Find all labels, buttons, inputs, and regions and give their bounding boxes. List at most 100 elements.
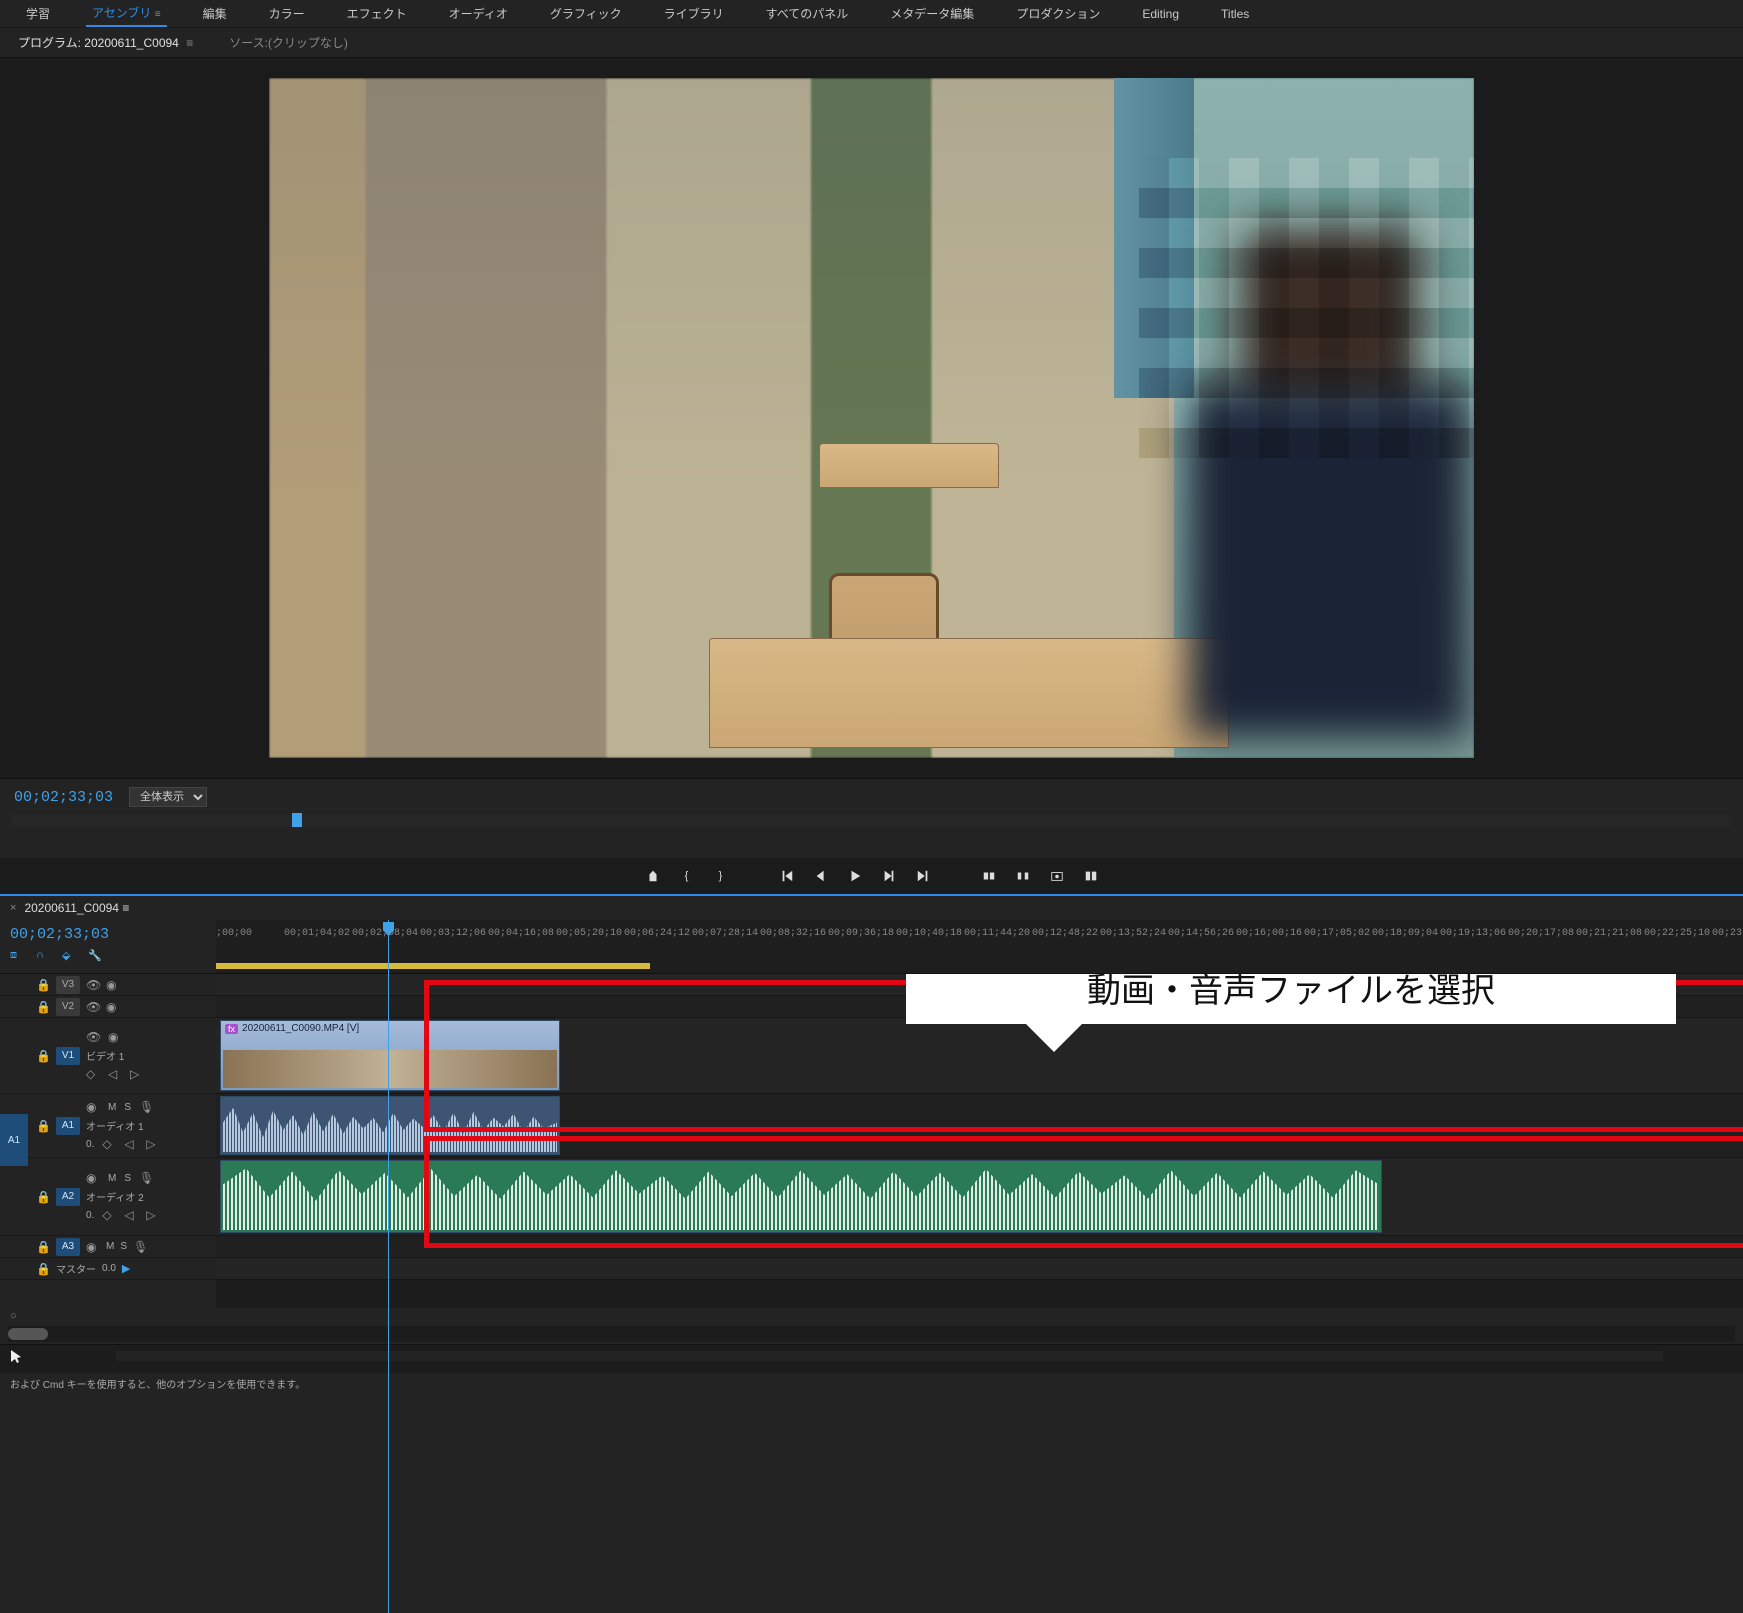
track-header-v2[interactable]: 🔒 V2 👁 ◉ bbox=[0, 996, 216, 1018]
workspace-tab-library[interactable]: ライブラリ bbox=[658, 1, 730, 26]
lane-master[interactable] bbox=[216, 1258, 1743, 1280]
step-forward-button[interactable] bbox=[878, 866, 900, 886]
go-to-out-button[interactable] bbox=[912, 866, 934, 886]
workspace-tab-graphics[interactable]: グラフィック bbox=[544, 1, 628, 26]
lock-icon[interactable]: 🔒 bbox=[36, 1000, 50, 1014]
workspace-tab-editing[interactable]: Editing bbox=[1136, 3, 1185, 25]
add-marker-button[interactable] bbox=[642, 866, 664, 886]
keyframe-icon[interactable]: ◇ bbox=[102, 1137, 116, 1151]
workspace-tab-audio[interactable]: オーディオ bbox=[443, 1, 514, 26]
sync-lock-icon[interactable]: ◉ bbox=[86, 1100, 100, 1114]
workspace-tab-metadata[interactable]: メタデータ編集 bbox=[884, 1, 980, 26]
lock-icon[interactable]: 🔒 bbox=[36, 1119, 50, 1133]
video-clip[interactable]: fx20200611_C0090.MP4 [V] bbox=[220, 1020, 560, 1091]
horizontal-scrollbar[interactable] bbox=[116, 1351, 1663, 1361]
program-video-area[interactable] bbox=[0, 58, 1743, 778]
track-target-a2[interactable]: A2 bbox=[56, 1188, 80, 1206]
lift-button[interactable] bbox=[978, 866, 1000, 886]
timeline-playhead[interactable] bbox=[388, 920, 389, 1613]
eye-icon[interactable]: 👁 bbox=[86, 978, 100, 992]
sequence-tab[interactable]: 20200611_C0094 ≡ bbox=[24, 901, 129, 915]
sync-lock-icon[interactable]: ◉ bbox=[106, 978, 120, 992]
track-target-v3[interactable]: V3 bbox=[56, 976, 80, 994]
timeline-timecode[interactable]: 00;02;33;03 bbox=[10, 926, 206, 943]
lock-icon[interactable]: 🔒 bbox=[36, 1240, 50, 1254]
lock-icon[interactable]: 🔒 bbox=[36, 1262, 50, 1276]
go-to-in-button[interactable] bbox=[776, 866, 798, 886]
track-target-a3[interactable]: A3 bbox=[56, 1238, 80, 1256]
mute-button[interactable]: M bbox=[106, 1241, 114, 1252]
sync-lock-icon[interactable]: ◉ bbox=[86, 1171, 100, 1185]
workspace-tab-titles[interactable]: Titles bbox=[1215, 3, 1255, 25]
track-lanes[interactable]: fx20200611_C0090.MP4 [V] 動画・音声ファイルを選択 bbox=[216, 974, 1743, 1308]
marker-icon[interactable]: ⬙ bbox=[62, 949, 78, 965]
track-target-v1[interactable]: V1 bbox=[56, 1047, 80, 1065]
track-header-master[interactable]: 🔒 マスター 0.0 ▶ bbox=[0, 1258, 216, 1280]
mute-button[interactable]: M bbox=[108, 1102, 116, 1113]
program-timecode[interactable]: 00;02;33;03 bbox=[14, 789, 113, 806]
voice-over-icon[interactable]: 🎙 bbox=[139, 1100, 153, 1114]
play-button[interactable] bbox=[844, 866, 866, 886]
snap-icon[interactable]: ⧈ bbox=[10, 949, 26, 965]
menu-icon[interactable]: ≡ bbox=[155, 9, 161, 20]
work-area-bar[interactable] bbox=[216, 963, 650, 969]
eye-icon[interactable]: 👁 bbox=[86, 1000, 100, 1014]
workspace-tab-production[interactable]: プロダクション bbox=[1010, 1, 1106, 26]
prev-kf-icon[interactable]: ◁ bbox=[124, 1137, 138, 1151]
extract-button[interactable] bbox=[1012, 866, 1034, 886]
workspace-tab-assembly[interactable]: アセンブリ ≡ bbox=[86, 0, 167, 27]
voice-over-icon[interactable]: 🎙 bbox=[139, 1171, 153, 1185]
selection-tool-icon[interactable] bbox=[8, 1349, 28, 1369]
solo-button[interactable]: S bbox=[124, 1102, 131, 1113]
solo-button[interactable]: S bbox=[124, 1173, 131, 1184]
keyframe-icon[interactable]: ◇ bbox=[86, 1067, 100, 1081]
solo-button[interactable]: S bbox=[120, 1241, 127, 1252]
settings-icon[interactable]: 🔧 bbox=[88, 949, 104, 965]
mute-button[interactable]: M bbox=[108, 1173, 116, 1184]
audio-clip-a1[interactable] bbox=[220, 1096, 560, 1155]
lane-a3[interactable] bbox=[216, 1236, 1743, 1258]
track-header-a2[interactable]: 🔒 A2 ◉MS🎙 オーディオ 2 0.◇◁▷ bbox=[0, 1158, 216, 1236]
step-back-button[interactable] bbox=[810, 866, 832, 886]
track-target-a1[interactable]: A1 bbox=[56, 1117, 80, 1135]
sync-lock-icon[interactable]: ◉ bbox=[86, 1240, 100, 1254]
sync-lock-icon[interactable]: ◉ bbox=[106, 1000, 120, 1014]
workspace-tab-effects[interactable]: エフェクト bbox=[341, 1, 413, 26]
prev-kf-icon[interactable]: ◁ bbox=[108, 1067, 122, 1081]
voice-over-icon[interactable]: 🎙 bbox=[133, 1240, 147, 1254]
comparison-view-button[interactable] bbox=[1080, 866, 1102, 886]
sync-lock-icon[interactable]: ◉ bbox=[108, 1030, 122, 1044]
track-header-v3[interactable]: 🔒 V3 👁 ◉ bbox=[0, 974, 216, 996]
next-kf-icon[interactable]: ▷ bbox=[146, 1208, 160, 1222]
workspace-tab-allpanels[interactable]: すべてのパネル bbox=[760, 1, 855, 26]
source-patch-a1-outer[interactable]: A1 bbox=[0, 1114, 28, 1166]
zoom-fit-select[interactable]: 全体表示 bbox=[129, 787, 207, 807]
prev-kf-icon[interactable]: ◁ bbox=[124, 1208, 138, 1222]
next-kf-icon[interactable]: ▷ bbox=[130, 1067, 144, 1081]
track-header-a3[interactable]: 🔒 A3 ◉ M S 🎙 bbox=[0, 1236, 216, 1258]
linked-selection-icon[interactable]: ∩ bbox=[36, 949, 52, 965]
export-frame-button[interactable] bbox=[1046, 866, 1068, 886]
panel-menu-icon[interactable]: ≡ bbox=[186, 36, 193, 50]
workspace-tab-color[interactable]: カラー bbox=[263, 1, 311, 26]
track-header-v1[interactable]: 🔒 V1 👁◉ ビデオ 1 ◇◁▷ bbox=[0, 1018, 216, 1094]
lock-icon[interactable]: 🔒 bbox=[36, 1049, 50, 1063]
program-scrubber[interactable] bbox=[12, 815, 1731, 827]
source-panel-tab[interactable]: ソース:(クリップなし) bbox=[221, 29, 356, 56]
next-kf-icon[interactable]: ▷ bbox=[146, 1137, 160, 1151]
track-header-a1[interactable]: 🔒 A1 ◉MS🎙 オーディオ 1 0.◇◁▷ bbox=[0, 1094, 216, 1158]
audio-clip-a2[interactable] bbox=[220, 1160, 1382, 1233]
keyframe-icon[interactable]: ◇ bbox=[102, 1208, 116, 1222]
timeline-zoom-bar[interactable] bbox=[8, 1326, 1735, 1342]
eye-icon[interactable]: 👁 bbox=[86, 1030, 100, 1044]
lane-a1[interactable] bbox=[216, 1094, 1743, 1158]
lock-icon[interactable]: 🔒 bbox=[36, 1190, 50, 1204]
mark-in-button[interactable]: { bbox=[676, 866, 698, 886]
track-target-v2[interactable]: V2 bbox=[56, 998, 80, 1016]
mark-out-button[interactable]: } bbox=[710, 866, 732, 886]
program-playhead[interactable] bbox=[292, 813, 302, 827]
timeline-ruler[interactable]: ;00;0000;01;04;0200;02;08;0400;03;12;060… bbox=[216, 920, 1743, 973]
lane-v1[interactable]: fx20200611_C0090.MP4 [V] bbox=[216, 1018, 1743, 1094]
workspace-tab-learn[interactable]: 学習 bbox=[20, 1, 56, 26]
lock-icon[interactable]: 🔒 bbox=[36, 978, 50, 992]
